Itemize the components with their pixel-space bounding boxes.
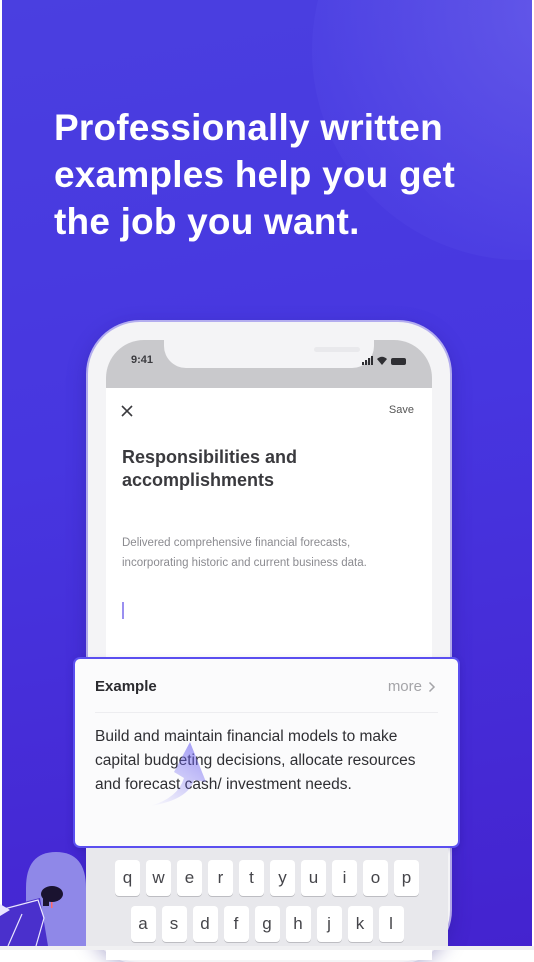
close-icon[interactable] — [120, 404, 134, 418]
key-p[interactable]: p — [394, 860, 419, 896]
keyboard-row-2: asdfghjkl — [86, 906, 448, 942]
key-q[interactable]: q — [115, 860, 140, 896]
more-label: more — [387, 678, 422, 695]
keyboard: qwertyuiop asdfghjkl — [86, 848, 448, 946]
key-f[interactable]: f — [223, 906, 249, 942]
key-h[interactable]: h — [285, 906, 311, 942]
chevron-right-icon — [428, 681, 436, 692]
status-time: 9:41 — [131, 354, 154, 366]
wifi-icon — [377, 356, 387, 365]
key-e[interactable]: e — [177, 860, 202, 896]
headline-line: Professionally written — [54, 107, 443, 148]
key-k[interactable]: k — [347, 906, 373, 942]
system-icons — [362, 356, 406, 365]
section-title-line: Responsibilities and — [122, 447, 298, 467]
key-t[interactable]: t — [239, 860, 264, 896]
headline: Professionally written examples help you… — [54, 104, 494, 245]
key-a[interactable]: a — [130, 906, 156, 942]
key-u[interactable]: u — [301, 860, 326, 896]
section-title: Responsibilities and accomplishments — [122, 446, 412, 492]
bottom-edge — [0, 946, 534, 950]
section-title-line: accomplishments — [122, 470, 275, 490]
key-j[interactable]: j — [316, 906, 342, 942]
text-cursor — [122, 602, 124, 619]
key-g[interactable]: g — [254, 906, 280, 942]
key-i[interactable]: i — [332, 860, 357, 896]
key-d[interactable]: d — [192, 906, 218, 942]
key-y[interactable]: y — [270, 860, 295, 896]
phone-notch — [164, 340, 374, 368]
key-s[interactable]: s — [161, 906, 187, 942]
more-link[interactable]: more — [388, 678, 436, 695]
status-bar: 9:41 — [106, 340, 432, 388]
key-w[interactable]: w — [146, 860, 171, 896]
responsibilities-text-field[interactable]: Delivered comprehensive financial foreca… — [122, 534, 418, 573]
example-card: Example more Build and maintain financia… — [75, 659, 458, 846]
key-o[interactable]: o — [363, 860, 388, 896]
speaker-grille — [314, 347, 360, 352]
key-l[interactable]: l — [378, 906, 404, 942]
signal-icon — [362, 356, 373, 365]
headline-line: the job you want. — [54, 201, 360, 242]
example-text[interactable]: Build and maintain financial models to m… — [95, 725, 445, 797]
card-divider — [95, 712, 438, 713]
person-illustration — [0, 852, 86, 946]
headline-line: examples help you get — [54, 154, 456, 195]
key-r[interactable]: r — [208, 860, 233, 896]
example-title: Example — [95, 678, 157, 695]
battery-icon — [391, 358, 406, 365]
save-button[interactable]: Save — [389, 404, 414, 416]
keyboard-row-1: qwertyuiop — [86, 860, 448, 896]
